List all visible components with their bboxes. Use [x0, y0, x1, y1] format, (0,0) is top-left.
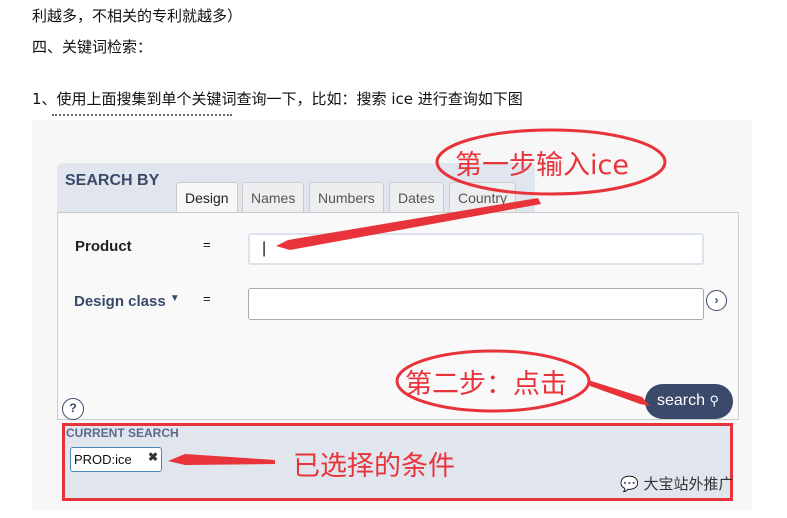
step1-annotation: 第一步输入ice — [455, 150, 629, 181]
arrow-step2 — [588, 380, 650, 406]
selected-annotation: 已选择的条件 — [293, 451, 455, 482]
step2-annotation: 第二步：点击 — [405, 369, 567, 400]
arrow-step1 — [276, 198, 541, 250]
watermark: 💬 大宝站外推广 — [620, 473, 733, 494]
arrow-selected — [168, 454, 275, 465]
wechat-icon: 💬 — [620, 475, 639, 493]
annotation-overlay — [168, 128, 667, 465]
watermark-text: 大宝站外推广 — [643, 475, 734, 493]
